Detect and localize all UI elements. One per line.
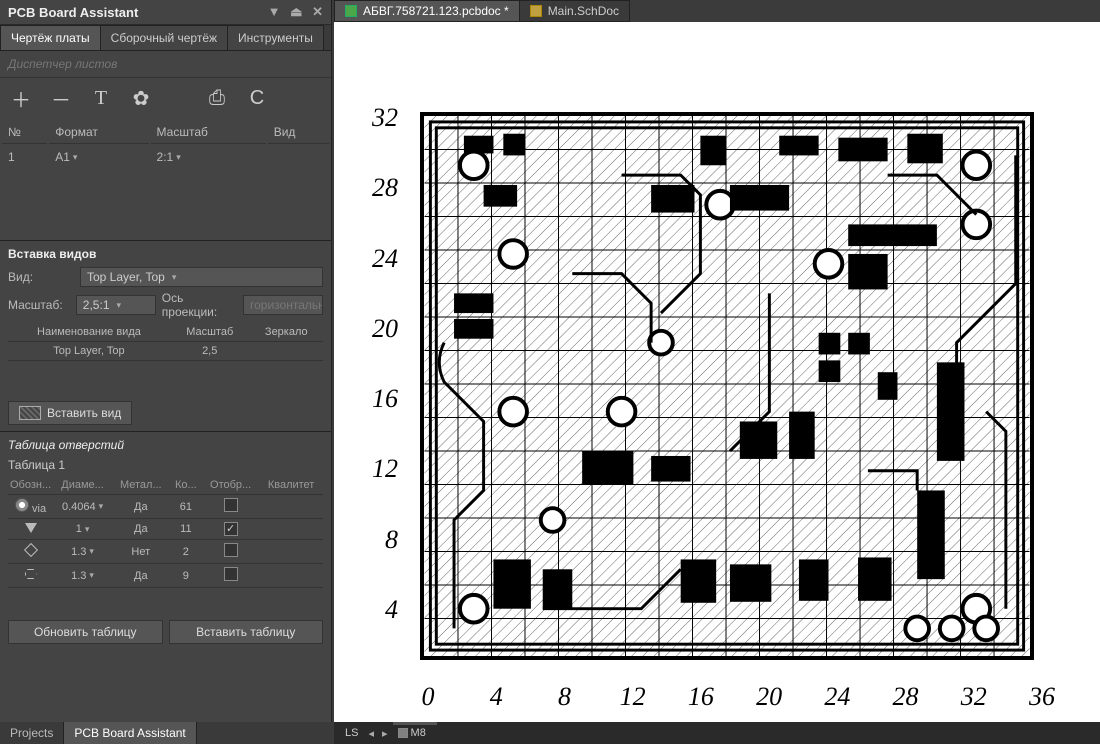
print-icon[interactable]: ⎙ bbox=[206, 87, 228, 110]
scale-dropdown[interactable]: 2:1 bbox=[157, 150, 181, 164]
y-tick: 4 bbox=[385, 595, 398, 625]
board-svg bbox=[424, 116, 1030, 656]
x-tick: 0 bbox=[422, 682, 435, 712]
x-tick: 4 bbox=[490, 682, 503, 712]
bottom-tab-projects[interactable]: Projects bbox=[0, 722, 64, 744]
x-tick: 16 bbox=[688, 682, 714, 712]
scale-label: Масштаб: bbox=[8, 298, 70, 312]
sheet-dispatcher-header: Диспетчер листов bbox=[0, 51, 331, 78]
sheet-toolbar: ＋ － T ✿ ⎙ C bbox=[0, 78, 331, 119]
layer-M8[interactable]: M8 bbox=[393, 725, 437, 741]
x-axis: 0 4 8 12 16 20 24 28 32 36 bbox=[404, 676, 1088, 712]
layer-ls[interactable]: LS bbox=[340, 725, 363, 741]
hole-row[interactable]: via0.4064Да61 bbox=[8, 495, 323, 519]
y-tick: 8 bbox=[385, 525, 398, 555]
display-checkbox[interactable] bbox=[224, 543, 238, 557]
insert-views-section: Вставка видов Вид: Top Layer, Top Масшта… bbox=[0, 240, 331, 431]
close-icon[interactable]: ✕ bbox=[312, 4, 323, 19]
insert-table-button[interactable]: Вставить таблицу bbox=[169, 620, 324, 644]
tab-board-drawing[interactable]: Чертёж платы bbox=[0, 25, 101, 50]
bottom-tabs: Projects PCB Board Assistant bbox=[0, 722, 332, 744]
col-view[interactable]: Вид bbox=[268, 121, 329, 144]
display-checkbox[interactable]: ✓ bbox=[224, 522, 238, 536]
y-tick: 20 bbox=[372, 314, 398, 344]
display-checkbox[interactable] bbox=[224, 498, 238, 512]
update-table-button[interactable]: Обновить таблицу bbox=[8, 620, 163, 644]
layer-bar: LS ◂ ▸ M1M2M3M4M5M6M7M8M9M10M11M12M13TOB… bbox=[334, 722, 1100, 744]
text-icon[interactable]: T bbox=[90, 87, 112, 110]
holes-table: Обозн... Диаме... Метал... Ко... Отобр..… bbox=[8, 476, 323, 588]
sheet-row[interactable]: 1 A1 2:1 bbox=[2, 146, 329, 168]
panel-title-bar: PCB Board Assistant ▼ ⏏ ✕ bbox=[0, 0, 331, 25]
projection-label: Ось проекции: bbox=[162, 291, 237, 319]
hole-row[interactable]: 1.3Нет2 bbox=[8, 540, 323, 564]
hole-row[interactable]: 1.3Да9 bbox=[8, 564, 323, 588]
y-tick: 24 bbox=[372, 244, 398, 274]
x-tick: 32 bbox=[961, 682, 987, 712]
x-tick: 8 bbox=[558, 682, 571, 712]
y-axis: 32282420161284 bbox=[356, 110, 402, 674]
view-label: Вид: bbox=[8, 270, 74, 284]
views-table: Наименование вида Масштаб Зеркало Top La… bbox=[8, 323, 323, 361]
col-format[interactable]: Формат bbox=[49, 121, 148, 144]
col-scale[interactable]: Масштаб bbox=[151, 121, 266, 144]
board-icon bbox=[19, 406, 41, 420]
x-tick: 24 bbox=[824, 682, 850, 712]
tab-assembly-drawing[interactable]: Сборочный чертёж bbox=[100, 25, 228, 50]
sheets-table: № Формат Масштаб Вид 1 A1 2:1 bbox=[0, 119, 331, 170]
doc-tab-pcb[interactable]: АБВГ.758721.123.pcbdoc * bbox=[334, 0, 520, 22]
pcb-canvas[interactable]: 32 28 24 20 16 12 8 4 0 4 8 12 16 20 24 28 32 36 bbox=[334, 22, 1100, 722]
y-tick: 32 bbox=[372, 103, 398, 133]
y-tick: 16 bbox=[372, 384, 398, 414]
x-tick: 20 bbox=[756, 682, 782, 712]
holes-title: Таблица отверстий bbox=[8, 438, 323, 452]
col-n[interactable]: № bbox=[2, 121, 47, 144]
pin-icon[interactable]: ⏏ bbox=[290, 4, 302, 19]
bottom-tab-assistant[interactable]: PCB Board Assistant bbox=[64, 722, 196, 744]
dropdown-icon[interactable]: ▼ bbox=[268, 4, 281, 19]
sch-file-icon bbox=[530, 5, 542, 17]
x-tick: 28 bbox=[893, 682, 919, 712]
remove-sheet-icon[interactable]: － bbox=[50, 84, 72, 113]
document-tabs: АБВГ.758721.123.pcbdoc * Main.SchDoc bbox=[334, 0, 629, 22]
gear-icon[interactable]: ✿ bbox=[130, 86, 152, 111]
x-tick: 12 bbox=[620, 682, 646, 712]
projection-value[interactable]: горизонтальная bbox=[243, 295, 323, 315]
holes-section: Таблица отверстий Таблица 1 Обозн... Диа… bbox=[0, 431, 331, 614]
tab-instruments[interactable]: Инструменты bbox=[227, 25, 324, 50]
insert-views-title: Вставка видов bbox=[8, 247, 323, 261]
doc-tab-sch[interactable]: Main.SchDoc bbox=[519, 0, 630, 22]
panel-tabs: Чертёж платы Сборочный чертёж Инструмент… bbox=[0, 25, 331, 51]
y-tick: 12 bbox=[372, 454, 398, 484]
refresh-icon[interactable]: C bbox=[246, 87, 268, 110]
holes-subtitle: Таблица 1 bbox=[8, 458, 323, 472]
x-tick: 36 bbox=[1029, 682, 1055, 712]
view-row[interactable]: Top Layer, Top 2,5 bbox=[8, 342, 323, 361]
display-checkbox[interactable] bbox=[224, 567, 238, 581]
add-sheet-icon[interactable]: ＋ bbox=[10, 84, 32, 113]
view-dropdown[interactable]: Top Layer, Top bbox=[80, 267, 323, 287]
panel-title: PCB Board Assistant bbox=[8, 5, 138, 20]
format-dropdown[interactable]: A1 bbox=[55, 150, 77, 164]
hole-row[interactable]: 1Да11✓ bbox=[8, 519, 323, 540]
assistant-panel: PCB Board Assistant ▼ ⏏ ✕ Чертёж платы С… bbox=[0, 0, 332, 722]
view-scale-dropdown[interactable]: 2,5:1 bbox=[76, 295, 156, 315]
pcb-board-view[interactable] bbox=[420, 112, 1034, 660]
pcb-file-icon bbox=[345, 5, 357, 17]
insert-view-button[interactable]: Вставить вид bbox=[8, 401, 132, 425]
y-tick: 28 bbox=[372, 173, 398, 203]
layer-next-icon[interactable]: ▸ bbox=[379, 727, 391, 740]
layer-prev-icon[interactable]: ◂ bbox=[365, 727, 377, 740]
